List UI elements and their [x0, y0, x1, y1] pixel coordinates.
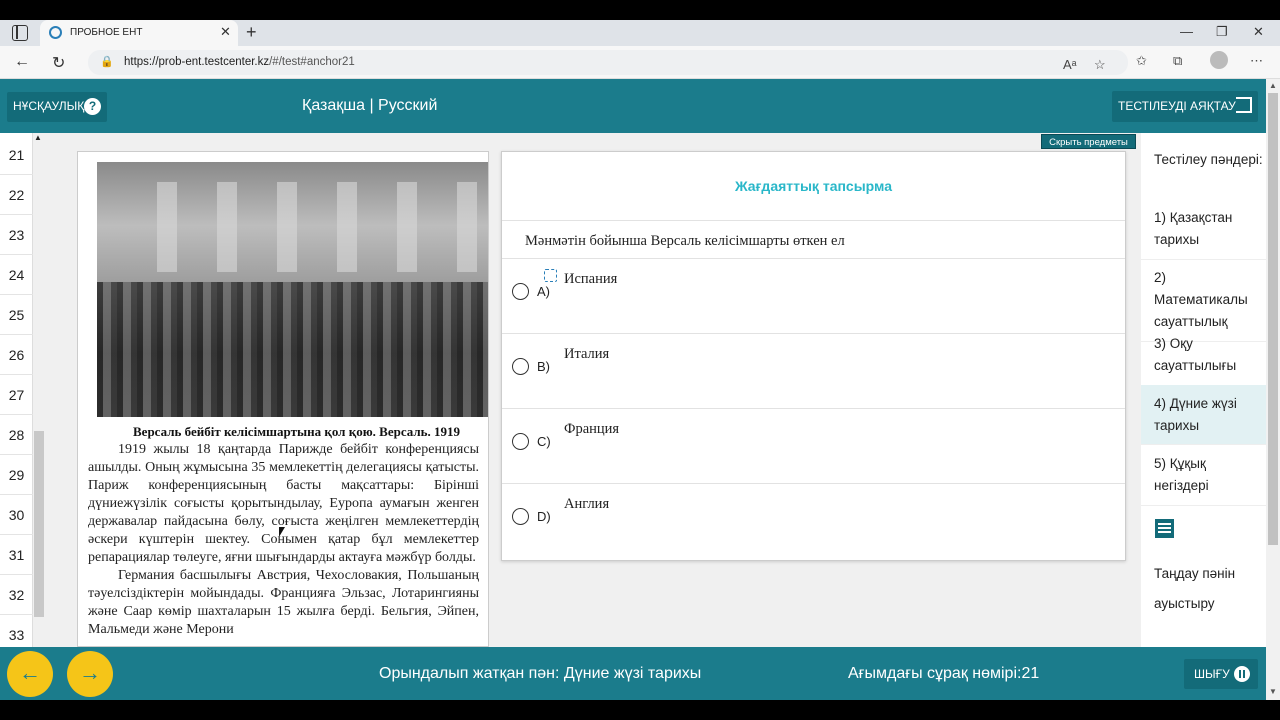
lock-icon: 🔒 — [100, 56, 114, 68]
exit-button[interactable]: ШЫҒУ — [1184, 659, 1258, 689]
page-scrollbar[interactable]: ▲ ▼ — [1266, 79, 1280, 700]
hide-subjects-button[interactable]: Скрыть предметы — [1041, 134, 1136, 149]
radio-button[interactable] — [512, 283, 529, 300]
question-number-item[interactable]: 22 — [0, 175, 33, 215]
url-host: https://prob-ent.testcenter.kz — [124, 56, 270, 68]
scroll-up-icon[interactable]: ▲ — [1269, 81, 1277, 90]
option-text: Англия — [564, 496, 610, 512]
end-test-button[interactable]: ТЕСТІЛЕУДІ АЯҚТАУ — [1112, 91, 1258, 122]
question-text: Мәнмәтін бойынша Версаль келісімшарты өт… — [502, 220, 1125, 259]
question-number-item[interactable]: 23 — [0, 215, 33, 255]
read-aloud-icon[interactable]: Aᵃ — [1063, 57, 1077, 72]
mouse-cursor-icon — [279, 527, 285, 537]
scan-icon — [544, 269, 557, 282]
question-number-item[interactable]: 26 — [0, 335, 33, 375]
option-letter: C) — [537, 434, 551, 449]
tab-title: ПРОБНОЕ ЕНТ — [70, 27, 143, 38]
browser-tabstrip: ПРОБНОЕ ЕНТ ✕ + — ❐ ✕ — [0, 20, 1280, 46]
profile-avatar[interactable] — [1210, 51, 1228, 69]
favorite-star-icon[interactable]: ☆ — [1094, 57, 1106, 73]
subjects-heading: Тестілеу пәндері: — [1154, 152, 1263, 167]
previous-question-button[interactable]: ← — [7, 651, 53, 697]
document-text: 1919 жылы 18 қаңтарда Парижде бейбіт кон… — [88, 441, 479, 639]
document-paragraph: Германия басшылығы Австрия, Чехословакия… — [88, 568, 479, 637]
site-favicon-icon — [49, 26, 62, 39]
question-number-item[interactable]: 29 — [0, 455, 33, 495]
reload-icon[interactable]: ↻ — [52, 53, 65, 73]
current-question-label: Ағымдағы сұрақ нөмірі:21 — [848, 665, 1040, 682]
exit-icon — [1236, 97, 1252, 113]
maximize-icon[interactable]: ❐ — [1216, 24, 1228, 40]
more-menu-icon[interactable]: ⋯ — [1250, 53, 1263, 69]
question-number-item[interactable]: 28 — [0, 415, 33, 455]
question-number-item[interactable]: 32 — [0, 575, 33, 615]
option-text: Франция — [564, 421, 620, 437]
favorites-icon[interactable]: ✩ — [1136, 53, 1147, 69]
question-card: Жағдаяттық тапсырма Мәнмәтін бойынша Вер… — [501, 151, 1126, 561]
menu-icon[interactable] — [1155, 519, 1174, 538]
question-number-item[interactable]: 27 — [0, 375, 33, 415]
versailles-photo — [97, 162, 488, 417]
option-letter: A) — [537, 284, 550, 299]
back-icon[interactable]: ← — [14, 53, 30, 71]
subject-item-world-history[interactable]: 4) Дүние жүзі тарихы — [1141, 385, 1266, 445]
question-number-item[interactable]: 21 — [0, 135, 33, 175]
switch-subject-link[interactable]: Таңдау пәнін ауыстыру — [1154, 559, 1264, 619]
question-number-item[interactable]: 25 — [0, 295, 33, 335]
instructions-label: НҰСҚАУЛЫҚ — [13, 99, 85, 113]
question-number-item[interactable]: 24 — [0, 255, 33, 295]
subject-item-reading-literacy[interactable]: 3) Оқу сауаттылығы — [1141, 325, 1266, 386]
url-path: /#/test#anchor21 — [269, 56, 355, 68]
screen-top-border — [0, 0, 1280, 20]
scroll-down-icon[interactable]: ▼ — [1269, 687, 1277, 696]
question-list-scrollbar[interactable] — [34, 431, 44, 617]
help-icon: ? — [84, 98, 101, 115]
collections-icon[interactable]: ⧉ — [1173, 53, 1182, 69]
screen-bottom-border — [0, 700, 1280, 720]
language-switch[interactable]: Қазақша | Русский — [302, 97, 437, 115]
browser-address-bar: ← ↻ 🔒 https://prob-ent.testcenter.kz/#/t… — [0, 46, 1280, 79]
radio-button[interactable] — [512, 433, 529, 450]
instructions-button[interactable]: НҰСҚАУЛЫҚ ? — [7, 92, 107, 122]
option-letter: D) — [537, 509, 551, 524]
option-text: Испания — [564, 271, 618, 287]
source-document: Версаль бейбіт келісімшартына қол қою. В… — [77, 151, 489, 647]
question-number-item[interactable]: 30 — [0, 495, 33, 535]
subject-item-law-basics[interactable]: 5) Құқық негіздері — [1141, 445, 1266, 506]
question-number-list: 21 22 23 24 25 26 27 28 29 30 31 32 33 — [0, 133, 33, 655]
option-text: Италия — [564, 346, 610, 362]
exit-label: ШЫҒУ — [1194, 667, 1230, 681]
new-tab-icon[interactable]: + — [246, 22, 257, 43]
main-area: 21 22 23 24 25 26 27 28 29 30 31 32 33 ▲ Версаль бей… — [0, 133, 1266, 655]
pause-icon — [1234, 666, 1250, 682]
radio-button[interactable] — [512, 508, 529, 525]
browser-tab[interactable]: ПРОБНОЕ ЕНТ ✕ — [40, 20, 238, 46]
radio-button[interactable] — [512, 358, 529, 375]
option-letter: B) — [537, 359, 550, 374]
tab-actions-icon[interactable] — [12, 25, 28, 41]
photo-caption: Версаль бейбіт келісімшартына қол қою. В… — [133, 424, 461, 439]
scroll-up-icon[interactable]: ▲ — [34, 133, 42, 142]
document-paragraph: 1919 жылы 18 қаңтарда Парижде бейбіт кон… — [88, 442, 479, 565]
end-test-label: ТЕСТІЛЕУДІ АЯҚТАУ — [1118, 99, 1236, 113]
app-header: НҰСҚАУЛЫҚ ? Қазақша | Русский ТЕСТІЛЕУДІ… — [0, 79, 1266, 133]
subject-item-kazakhstan-history[interactable]: 1) Қазақстан тарихы — [1141, 199, 1266, 260]
tab-close-icon[interactable]: ✕ — [220, 24, 231, 40]
answer-option-a[interactable]: A) Испания — [502, 259, 1125, 334]
url-field[interactable]: 🔒 https://prob-ent.testcenter.kz/#/test#… — [88, 50, 1128, 75]
page-scroll-thumb[interactable] — [1268, 93, 1278, 545]
minimize-icon[interactable]: — — [1180, 24, 1193, 39]
window-close-icon[interactable]: ✕ — [1253, 24, 1264, 40]
answer-option-c[interactable]: C) Франция — [502, 409, 1125, 484]
subjects-panel: Тестілеу пәндері: 1) Қазақстан тарихы 2)… — [1141, 133, 1266, 647]
current-subject-label: Орындалып жатқан пән: Дүние жүзі тарихы — [379, 665, 702, 682]
app-footer: ← → Орындалып жатқан пән: Дүние жүзі тар… — [0, 647, 1266, 700]
next-question-button[interactable]: → — [67, 651, 113, 697]
answer-option-d[interactable]: D) Англия — [502, 484, 1125, 559]
answer-option-b[interactable]: B) Италия — [502, 334, 1125, 409]
question-number-item[interactable]: 31 — [0, 535, 33, 575]
question-title: Жағдаяттық тапсырма — [734, 178, 892, 194]
